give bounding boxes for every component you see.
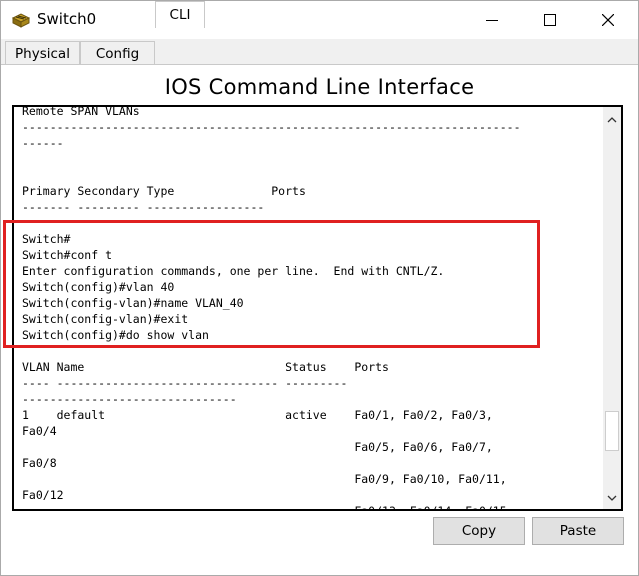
minimize-icon [486, 20, 498, 21]
terminal-line: Enter configuration commands, one per li… [22, 264, 445, 278]
terminal-line: Fa0/12 [22, 488, 64, 502]
terminal-line: Fa0/8 [22, 456, 57, 470]
tab-bar: Physical Config [1, 39, 638, 65]
terminal-scrollbar[interactable] [603, 107, 621, 509]
terminal-line: Switch(config)#vlan 40 [22, 280, 175, 294]
tab-physical[interactable]: Physical [5, 41, 80, 65]
switch-device-icon [11, 10, 31, 30]
terminal-line: ----------------------------------------… [22, 120, 521, 134]
terminal-line: ---- -------------------------------- --… [22, 376, 348, 390]
terminal-line: Switch(config-vlan)#name VLAN_40 [22, 296, 244, 310]
window-title: Switch0 [37, 10, 97, 28]
terminal-line: VLAN Name Status Ports [22, 360, 389, 374]
terminal-output[interactable]: Remote SPAN VLANs -----------------------… [22, 105, 602, 511]
terminal-line: 1 default active Fa0/1, Fa0/2, Fa0/3, [22, 408, 493, 422]
terminal-line: Fa0/9, Fa0/10, Fa0/11, [22, 472, 507, 486]
scroll-thumb[interactable] [605, 411, 619, 451]
copy-button[interactable]: Copy [433, 517, 525, 545]
minimize-button[interactable] [463, 1, 521, 39]
close-button[interactable] [579, 1, 637, 39]
close-icon [602, 14, 614, 26]
terminal-line: Fa0/5, Fa0/6, Fa0/7, [22, 440, 493, 454]
cli-panel: IOS Command Line Interface Remote SPAN V… [1, 65, 638, 575]
terminal-line: ------------------------------- [22, 392, 237, 406]
scroll-up-button[interactable] [603, 113, 621, 127]
maximize-button[interactable] [521, 1, 579, 39]
tab-config[interactable]: Config [80, 41, 155, 65]
terminal-line: Switch(config-vlan)#exit [22, 312, 189, 326]
maximize-icon [544, 14, 556, 26]
terminal-line: Remote SPAN VLANs [22, 105, 140, 118]
terminal-line: Switch(config)#do show vlan [22, 328, 209, 342]
title-bar: Switch0 [1, 1, 638, 39]
terminal-line: Switch#conf t [22, 248, 113, 262]
terminal-line: ------- --------- ----------------- [22, 200, 265, 214]
terminal-line: Fa0/13, Fa0/14, Fa0/15, [22, 504, 514, 511]
paste-button[interactable]: Paste [532, 517, 624, 545]
chevron-down-icon [607, 495, 617, 501]
tab-cli[interactable]: CLI [155, 1, 205, 28]
scroll-down-button[interactable] [603, 491, 621, 505]
terminal-line: ------ [22, 136, 64, 150]
terminal-line: Fa0/4 [22, 424, 57, 438]
chevron-up-icon [607, 117, 617, 123]
cli-window: Switch0 Physical Config CLI IOS Command … [0, 0, 639, 576]
terminal-line: Switch# [22, 232, 71, 246]
terminal-line: Primary Secondary Type Ports [22, 184, 306, 198]
page-title: IOS Command Line Interface [164, 75, 475, 99]
terminal-console[interactable]: Remote SPAN VLANs -----------------------… [12, 105, 623, 511]
